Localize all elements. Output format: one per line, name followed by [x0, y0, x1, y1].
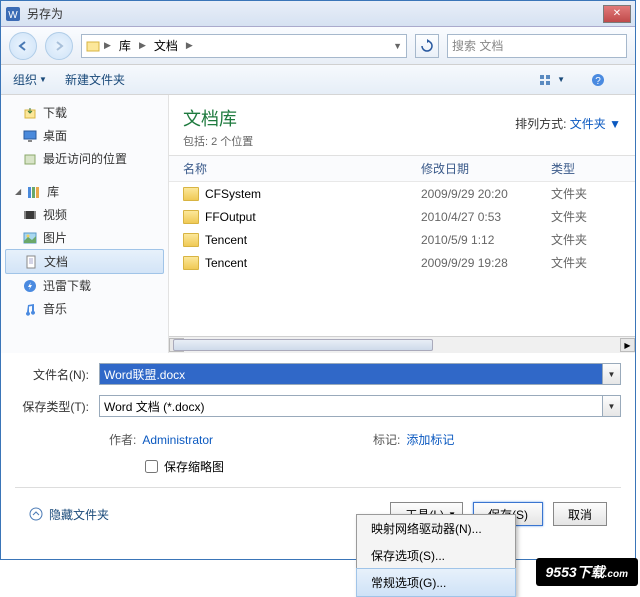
col-date[interactable]: 修改日期: [421, 160, 551, 177]
path-segment[interactable]: 文档: [150, 37, 182, 54]
thumbnail-checkbox[interactable]: [145, 460, 158, 473]
svg-text:W: W: [8, 10, 18, 21]
chevron-up-icon: [29, 507, 43, 521]
arrange-by: 排列方式: 文件夹 ▼: [515, 115, 621, 132]
desktop-icon: [23, 129, 37, 143]
sidebar-item-videos[interactable]: 视频: [5, 203, 164, 226]
thumbnail-label: 保存缩略图: [164, 458, 224, 475]
close-button[interactable]: ✕: [603, 5, 631, 23]
word-icon: W: [5, 6, 21, 22]
forward-button[interactable]: [45, 32, 73, 60]
folder-icon: [86, 39, 100, 53]
folder-icon: [183, 187, 199, 201]
tags-label: 标记:: [373, 433, 400, 447]
file-row[interactable]: Tencent 2010/5/9 1:12 文件夹: [169, 228, 635, 251]
sidebar-item-music[interactable]: 音乐: [5, 297, 164, 320]
scroll-right-button[interactable]: ▶: [620, 338, 635, 352]
bottom-panel: 文件名(N): Word联盟.docx ▼ 保存类型(T): Word 文档 (…: [1, 353, 635, 550]
sidebar-item-library[interactable]: ◢ 库: [5, 180, 164, 203]
sidebar-item-documents[interactable]: 文档: [5, 249, 164, 274]
tools-menu: 映射网络驱动器(N)... 保存选项(S)... 常规选项(G)...: [356, 514, 516, 597]
sidebar-item-pictures[interactable]: 图片: [5, 226, 164, 249]
refresh-button[interactable]: [415, 34, 439, 58]
file-row[interactable]: FFOutput 2010/4/27 0:53 文件夹: [169, 205, 635, 228]
chevron-right-icon: ▶: [186, 40, 193, 51]
horizontal-scrollbar[interactable]: ◀ ▶: [169, 336, 635, 353]
scroll-thumb[interactable]: [173, 339, 433, 351]
library-subtitle: 包括: 2 个位置: [183, 133, 621, 149]
titlebar: W 另存为 ✕: [1, 1, 635, 27]
download-icon: [23, 106, 37, 120]
chevron-down-icon: ◢: [15, 187, 21, 196]
toolbar: 组织▼ 新建文件夹 ▼ ?: [1, 65, 635, 95]
col-name[interactable]: 名称: [183, 160, 421, 177]
window-title: 另存为: [27, 5, 603, 22]
address-bar[interactable]: ▶ 库 ▶ 文档 ▶ ▼: [81, 34, 407, 58]
thunder-icon: [23, 279, 37, 293]
column-headers[interactable]: 名称 修改日期 类型: [169, 155, 635, 182]
watermark: 9553下载.com: [536, 558, 639, 586]
sidebar: 下载 桌面 最近访问的位置 ◢ 库 视频 图片: [1, 95, 169, 353]
filetype-select[interactable]: Word 文档 (*.docx): [99, 395, 603, 417]
picture-icon: [23, 231, 37, 245]
new-folder-button[interactable]: 新建文件夹: [65, 71, 125, 88]
folder-icon: [183, 210, 199, 224]
search-input[interactable]: 搜索 文档: [447, 34, 627, 58]
view-menu[interactable]: ▼: [539, 73, 565, 87]
file-row[interactable]: Tencent 2009/9/29 19:28 文件夹: [169, 251, 635, 274]
path-segment[interactable]: 库: [115, 37, 135, 54]
music-icon: [23, 302, 37, 316]
folder-icon: [183, 256, 199, 270]
file-list-pane: 文档库 包括: 2 个位置 排列方式: 文件夹 ▼ 名称 修改日期 类型 CFS…: [169, 95, 635, 353]
organize-menu[interactable]: 组织▼: [13, 71, 47, 88]
filename-input[interactable]: Word联盟.docx: [99, 363, 603, 385]
filename-label: 文件名(N):: [15, 366, 99, 383]
file-row[interactable]: CFSystem 2009/9/29 20:20 文件夹: [169, 182, 635, 205]
back-button[interactable]: [9, 32, 37, 60]
video-icon: [23, 208, 37, 222]
help-button[interactable]: ?: [591, 73, 605, 87]
chevron-right-icon: ▶: [104, 40, 111, 51]
svg-text:?: ?: [595, 76, 601, 87]
chevron-right-icon: ▶: [139, 40, 146, 51]
menu-item-save-options[interactable]: 保存选项(S)...: [357, 542, 515, 569]
sidebar-item-thunder[interactable]: 迅雷下载: [5, 274, 164, 297]
menu-item-map-drive[interactable]: 映射网络驱动器(N)...: [357, 515, 515, 542]
recent-icon: [23, 152, 37, 166]
filetype-dropdown[interactable]: ▼: [603, 395, 621, 417]
filename-dropdown[interactable]: ▼: [603, 363, 621, 385]
footer: 隐藏文件夹 工具(L)▼ 保存(S) 取消: [15, 487, 621, 540]
nav-bar: ▶ 库 ▶ 文档 ▶ ▼ 搜索 文档: [1, 27, 635, 65]
menu-item-general-options[interactable]: 常规选项(G)...: [356, 568, 516, 597]
sidebar-item-recent[interactable]: 最近访问的位置: [5, 147, 164, 170]
search-placeholder: 搜索 文档: [452, 37, 503, 54]
hide-folders-link[interactable]: 隐藏文件夹: [29, 506, 109, 523]
save-as-dialog: W 另存为 ✕ ▶ 库 ▶ 文档 ▶ ▼ 搜索 文档 组织▼: [0, 0, 636, 560]
author-label: 作者:: [109, 433, 136, 447]
author-value[interactable]: Administrator: [142, 433, 213, 447]
folder-icon: [183, 233, 199, 247]
cancel-button[interactable]: 取消: [553, 502, 607, 526]
chevron-down-icon[interactable]: ▼: [393, 41, 402, 51]
filetype-label: 保存类型(T):: [15, 398, 99, 415]
arrange-by-link[interactable]: 文件夹 ▼: [570, 117, 621, 131]
library-icon: [27, 185, 41, 199]
file-rows: CFSystem 2009/9/29 20:20 文件夹 FFOutput 20…: [169, 182, 635, 336]
document-icon: [24, 255, 38, 269]
col-type[interactable]: 类型: [551, 160, 621, 177]
tags-value[interactable]: 添加标记: [406, 433, 454, 447]
sidebar-item-desktop[interactable]: 桌面: [5, 124, 164, 147]
sidebar-item-downloads[interactable]: 下载: [5, 101, 164, 124]
